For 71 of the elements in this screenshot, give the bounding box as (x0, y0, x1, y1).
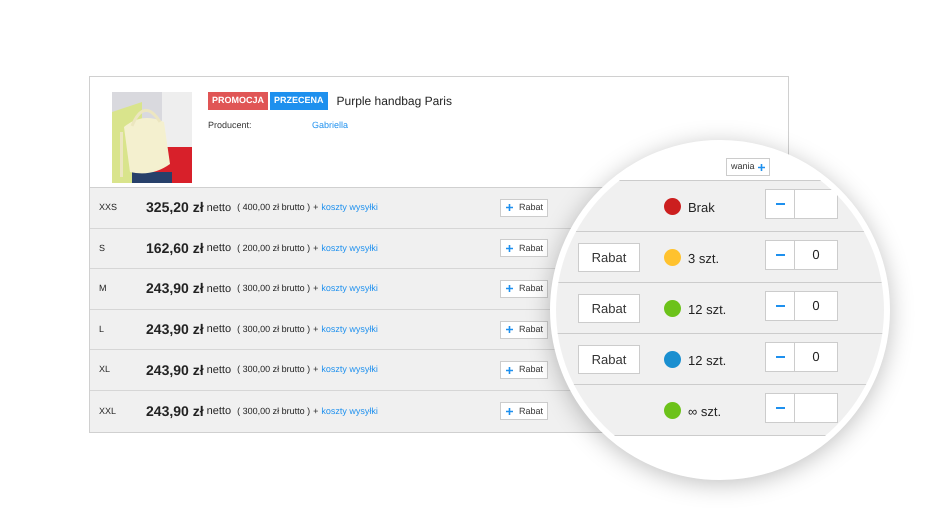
gross-price: ( 300,00 zł brutto ) (237, 282, 310, 296)
stock-label: ∞ szt. (688, 403, 722, 421)
net-label: netto (206, 362, 232, 378)
size-label: XXS (99, 201, 118, 214)
plus-icon (758, 164, 765, 170)
quantity-field[interactable]: 0 (794, 342, 838, 372)
discount-button[interactable]: Rabat (500, 320, 548, 339)
discount-button[interactable]: Rabat (500, 239, 548, 258)
plus-icon (506, 244, 513, 252)
net-price: 162,60 zł (146, 238, 204, 258)
plus-sign: + (313, 242, 318, 255)
discount-button[interactable]: Rabat (500, 361, 548, 380)
net-price: 243,90 zł (146, 360, 204, 380)
quantity-field[interactable] (794, 393, 838, 423)
net-price: 325,20 zł (146, 198, 204, 218)
promo-badge: PROMOCJA (208, 92, 268, 110)
discount-button[interactable]: Rabat (578, 294, 640, 323)
decrease-button[interactable] (765, 189, 795, 219)
decrease-button[interactable] (765, 393, 795, 423)
gross-price: ( 300,00 zł brutto ) (237, 404, 310, 418)
plus-sign: + (313, 201, 318, 214)
net-label: netto (206, 282, 232, 297)
size-label: XXL (99, 404, 118, 418)
decrease-button[interactable] (765, 342, 795, 372)
minus-icon (776, 305, 784, 307)
minus-icon (776, 203, 784, 205)
net-label: netto (206, 322, 232, 338)
discount-button[interactable]: Rabat (500, 280, 548, 298)
sort-button[interactable]: wania (726, 158, 770, 176)
size-label: L (99, 322, 106, 336)
quantity-field[interactable] (794, 189, 838, 219)
size-label: M (99, 282, 108, 296)
plus-icon (506, 204, 513, 212)
net-label: netto (206, 241, 232, 256)
gross-price: ( 300,00 zł brutto ) (237, 363, 310, 376)
net-price: 243,90 zł (146, 279, 204, 298)
plus-icon (506, 408, 513, 415)
plus-sign: + (313, 363, 318, 376)
minus-icon (776, 407, 784, 409)
decrease-button[interactable] (765, 240, 795, 270)
net-label: netto (206, 200, 232, 216)
decrease-button[interactable] (765, 291, 795, 321)
minus-icon (776, 356, 784, 358)
net-label: netto (206, 404, 232, 420)
producer-label: Producent: (208, 119, 253, 132)
size-label: S (99, 242, 106, 255)
discount-button[interactable]: Rabat (578, 345, 640, 374)
quantity-field[interactable]: 0 (794, 240, 838, 270)
plus-icon (506, 366, 513, 374)
gross-price: ( 200,00 zł brutto ) (237, 242, 310, 255)
size-label: XL (99, 363, 112, 376)
stock-label: 12 szt. (688, 352, 726, 370)
promo-badge: PRZECENA (270, 92, 328, 110)
plus-sign: + (313, 322, 318, 336)
gross-price: ( 400,00 zł brutto ) (237, 201, 310, 214)
plus-icon (506, 285, 513, 292)
discount-button[interactable]: Rabat (578, 243, 640, 272)
discount-button[interactable]: Rabat (500, 402, 548, 420)
net-price: 243,90 zł (146, 402, 204, 421)
minus-icon (776, 254, 784, 256)
discount-button[interactable]: Rabat (500, 198, 548, 217)
product-title: Purple handbag Paris (336, 93, 452, 110)
net-price: 243,90 zł (146, 320, 204, 340)
gross-price: ( 300,00 zł brutto ) (237, 322, 310, 336)
plus-icon (506, 326, 513, 334)
plus-sign: + (313, 282, 318, 296)
plus-sign: + (313, 404, 318, 418)
stock-label: 3 szt. (688, 250, 720, 268)
stock-label: 12 szt. (688, 301, 726, 319)
quantity-field[interactable]: 0 (794, 291, 838, 321)
stock-label: Brak (688, 199, 715, 217)
